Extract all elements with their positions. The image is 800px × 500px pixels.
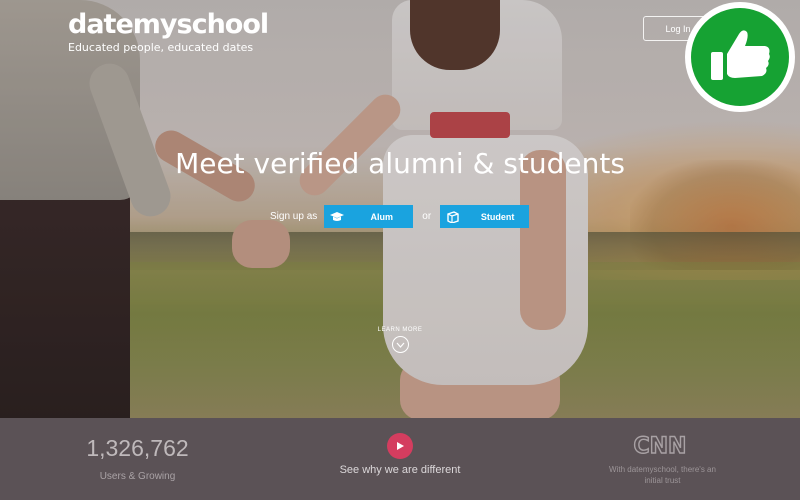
- play-video-button[interactable]: [387, 433, 413, 459]
- learn-more-label: LEARN MORE: [377, 327, 423, 333]
- signup-student-button[interactable]: Student: [440, 205, 530, 228]
- chevron-down-icon: [391, 336, 409, 353]
- user-count-label: Users & Growing: [99, 471, 176, 482]
- press-quote: With datemyschool, there's an initial tr…: [609, 465, 716, 485]
- student-label: Student: [480, 211, 515, 222]
- alum-label: Alum: [370, 211, 394, 222]
- brand-logo[interactable]: datemyschool Educated people, educated d…: [68, 9, 269, 55]
- video-link-label[interactable]: See why we are different: [320, 464, 480, 476]
- signup-row: Sign up as Alum or Student: [270, 205, 530, 228]
- hero-headline: Meet verified alumni & students: [175, 147, 625, 180]
- brand-name: datemyschool: [68, 9, 269, 40]
- signup-alum-button[interactable]: Alum: [324, 205, 414, 228]
- cnn-logo-icon: CNN: [633, 433, 687, 458]
- graduation-cap-icon: [324, 211, 350, 223]
- cnn-logo-text: CNN: [634, 434, 687, 458]
- signup-label: Sign up as: [270, 211, 318, 222]
- or-label: or: [422, 211, 432, 222]
- book-icon: [440, 210, 466, 223]
- thumbs-up-icon: [691, 8, 789, 106]
- brand-tagline: Educated people, educated dates: [68, 41, 254, 54]
- footer-bar: 1,326,762 Users & Growing See why we are…: [0, 418, 800, 500]
- thumbs-up-badge: [685, 2, 795, 112]
- play-icon: [397, 442, 404, 450]
- learn-more-link[interactable]: LEARN MORE: [370, 327, 430, 353]
- user-count: 1,326,762: [86, 435, 189, 461]
